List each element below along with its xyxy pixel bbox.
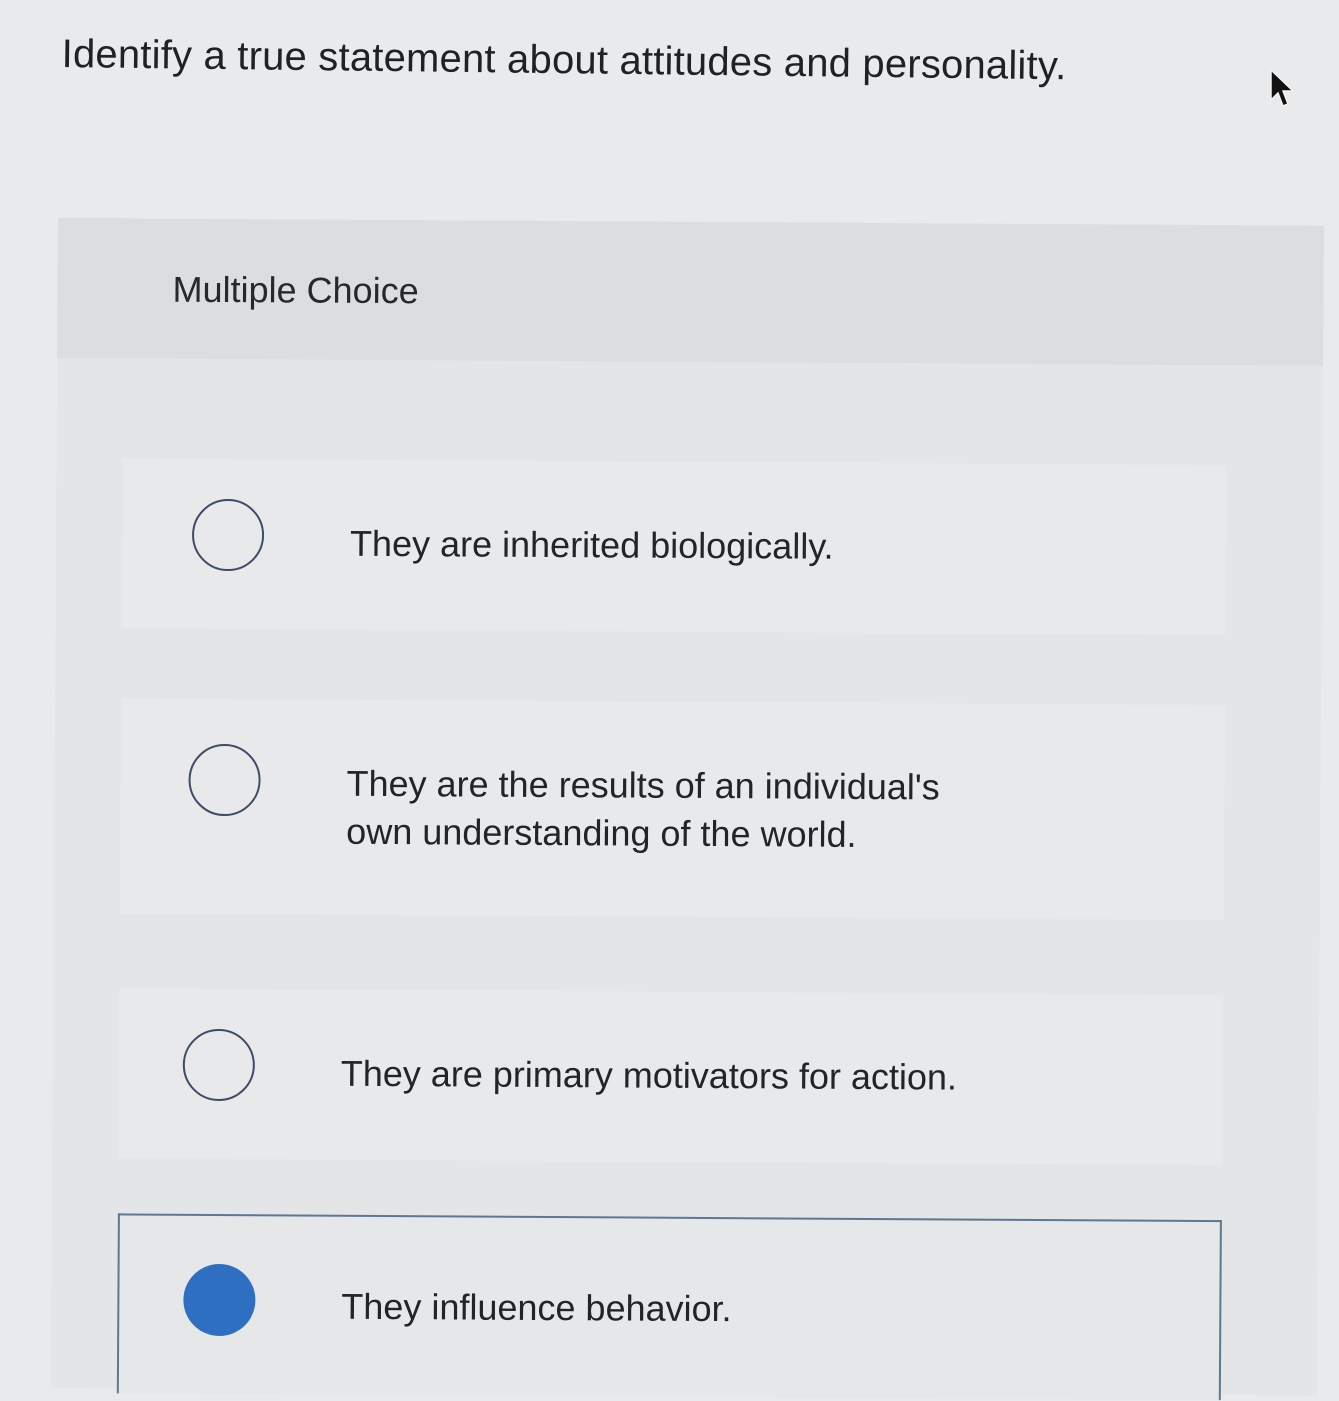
mouse-pointer-icon (1270, 68, 1295, 107)
answer-option-label: They influence behavior. (341, 1285, 732, 1330)
panel-header: Multiple Choice (57, 218, 1324, 366)
question-prompt: Identify a true statement about attitude… (61, 31, 1067, 89)
multiple-choice-panel: Multiple Choice They are inherited biolo… (50, 218, 1324, 1401)
question-type-label: Multiple Choice (172, 268, 419, 312)
answer-option-1[interactable]: They are inherited biologically. (121, 458, 1227, 636)
radio-button-unselected[interactable] (182, 1028, 256, 1102)
radio-button-unselected[interactable] (188, 743, 261, 817)
answer-option-2[interactable]: They are the results of an individual's … (119, 698, 1226, 921)
radio-button-unselected[interactable] (191, 498, 265, 572)
answer-option-label: They are primary motivators for action. (340, 1052, 958, 1098)
answer-option-label: They are the results of an individual's … (346, 762, 940, 855)
radio-button-selected[interactable] (183, 1263, 256, 1337)
answer-option-4-selected[interactable]: They influence behavior. (116, 1213, 1222, 1401)
answer-option-3[interactable]: They are primary motivators for action. (118, 988, 1224, 1166)
answer-option-label: They are inherited biologically. (349, 522, 834, 567)
